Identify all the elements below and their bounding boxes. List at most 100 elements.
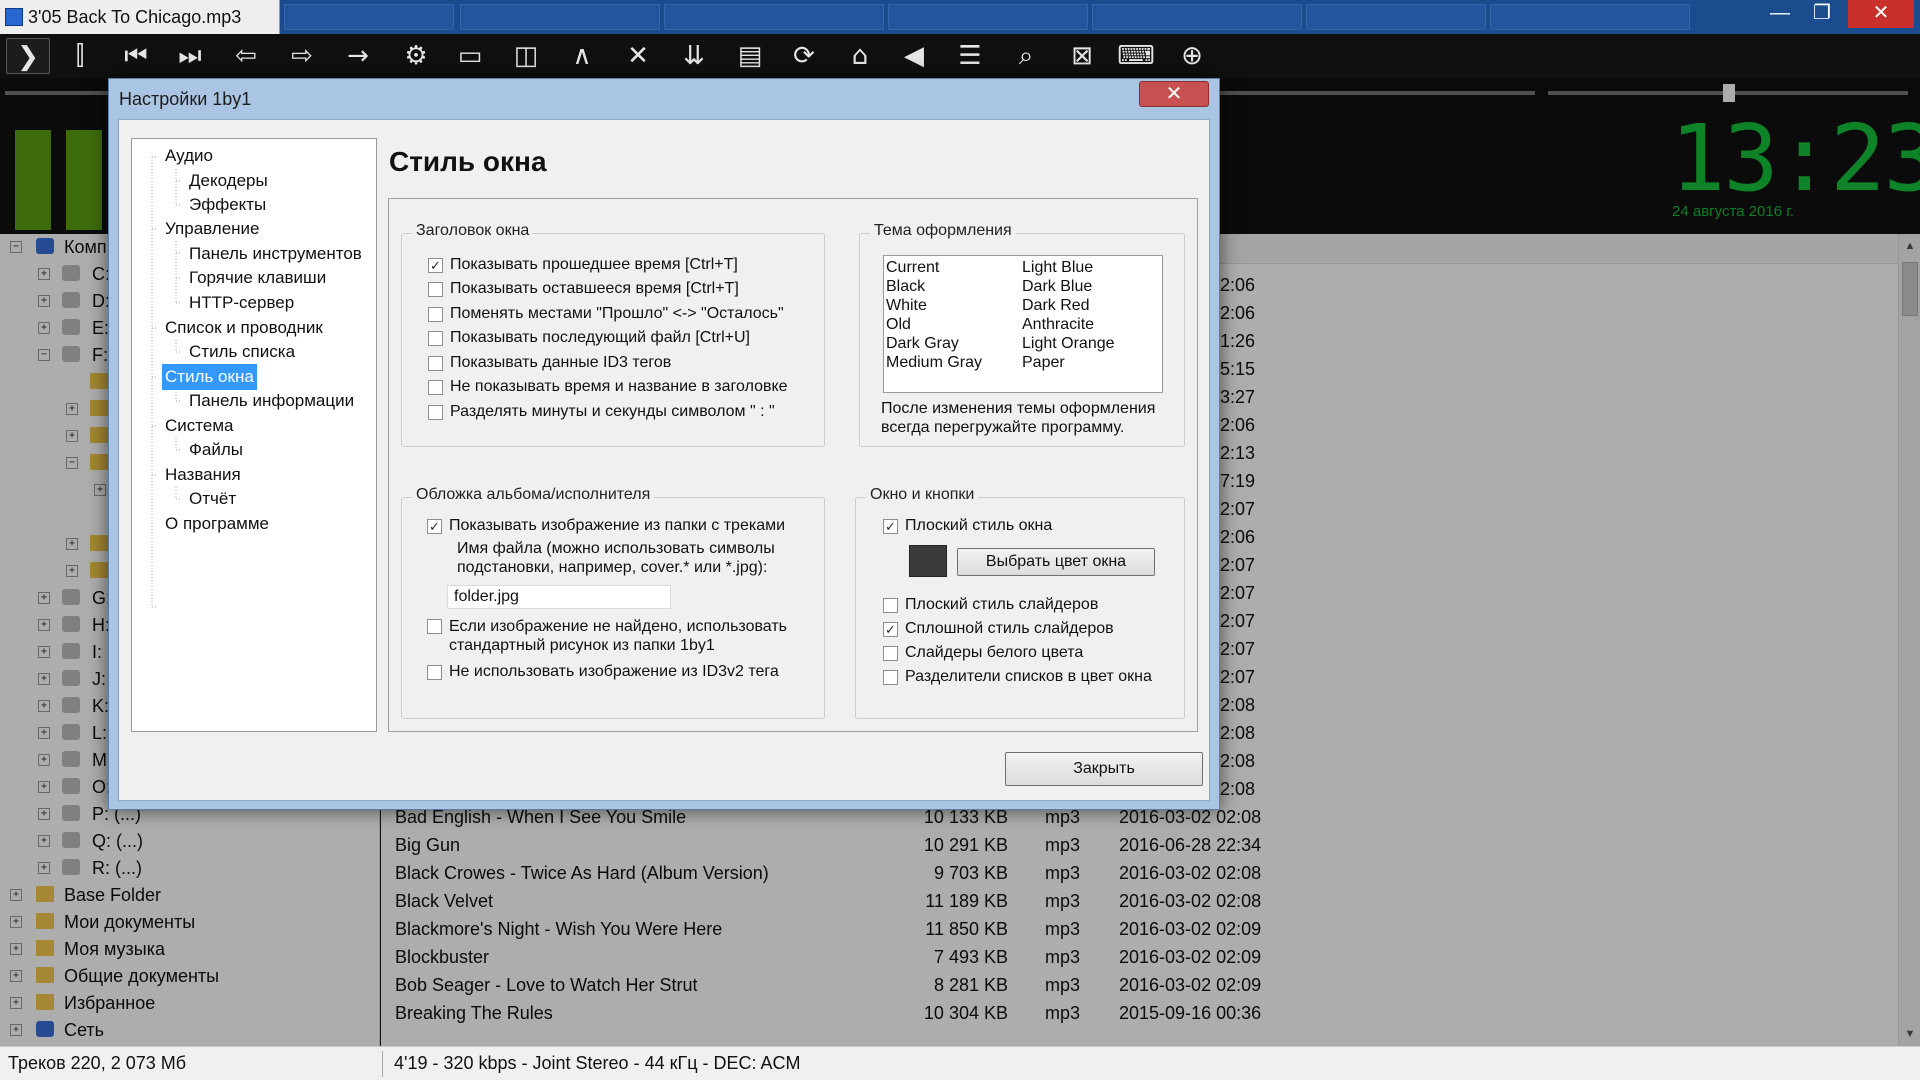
sort-down-icon[interactable]: ⇊ <box>672 38 716 74</box>
close-icon[interactable]: ✕ <box>616 38 660 74</box>
theme-option[interactable]: Black <box>886 277 925 296</box>
maximize-button[interactable]: ❐ <box>1800 0 1844 28</box>
checkbox-box[interactable] <box>427 665 442 680</box>
checkbox-label: Показывать последующий файл [Ctrl+U] <box>450 329 750 346</box>
checkbox-label: Не показывать время и название в заголов… <box>450 378 788 395</box>
checkbox-label: Показывать прошедшее время [Ctrl+T] <box>450 256 738 273</box>
theme-option[interactable]: Light Orange <box>1022 334 1115 353</box>
checkbox-box[interactable] <box>883 670 898 685</box>
nav-about[interactable]: О программе <box>162 511 272 537</box>
dialog-close-button[interactable]: ✕ <box>1139 81 1209 107</box>
background-tab[interactable] <box>1306 4 1486 30</box>
previous-track-icon[interactable]: ⏮ <box>114 38 158 74</box>
volume-icon[interactable]: ◀ <box>892 38 936 74</box>
checkbox-box[interactable] <box>427 619 442 634</box>
nav-system[interactable]: Система <box>162 413 236 439</box>
theme-note-line2: всегда перегружайте программу. <box>881 419 1125 436</box>
nav-effects[interactable]: Эффекты <box>186 192 269 218</box>
panel-layout-icon[interactable]: ◫ <box>504 38 548 74</box>
play-icon[interactable]: ❯ <box>6 38 50 74</box>
background-tab[interactable] <box>664 4 884 30</box>
checkbox-box[interactable] <box>883 598 898 613</box>
next-track-icon[interactable]: ⏭ <box>168 38 212 74</box>
settings-nav-tree: Аудио Декодеры Эффекты Управление Панель… <box>131 138 377 732</box>
theme-note-line1: После изменения темы оформления <box>881 400 1156 417</box>
theme-option[interactable]: Medium Gray <box>886 353 982 372</box>
columns-icon[interactable]: ▤ <box>728 38 772 74</box>
nav-audio[interactable]: Аудио <box>162 143 216 169</box>
cover-filename-input[interactable] <box>447 585 671 609</box>
checkbox-box[interactable] <box>428 405 443 420</box>
page-title: Стиль окна <box>389 146 547 177</box>
window-layout-icon[interactable]: ▭ <box>448 38 492 74</box>
theme-listbox[interactable]: Current Black White Old Dark Gray Medium… <box>883 255 1163 393</box>
theme-option[interactable]: Old <box>886 315 911 334</box>
background-tab[interactable] <box>1092 4 1302 30</box>
checkbox-box[interactable]: ✓ <box>883 622 898 637</box>
choose-window-color-button[interactable]: Выбрать цвет окна <box>957 548 1155 576</box>
close-dialog-button[interactable]: Закрыть <box>1005 752 1203 786</box>
nav-hotkeys[interactable]: Горячие клавиши <box>186 265 329 291</box>
nav-info-panel[interactable]: Панель информации <box>186 388 357 414</box>
theme-option[interactable]: White <box>886 296 927 315</box>
file-list-icon[interactable]: ☰ <box>948 38 992 74</box>
checkbox-box[interactable]: ✓ <box>883 519 898 534</box>
checkbox-label: Плоский стиль слайдеров <box>905 596 1099 613</box>
theme-option[interactable]: Light Blue <box>1022 258 1093 277</box>
nav-files[interactable]: Файлы <box>186 437 246 463</box>
nav-http-server[interactable]: HTTP-сервер <box>186 290 297 316</box>
home-icon[interactable]: ⌂ <box>838 38 882 74</box>
theme-option[interactable]: Anthracite <box>1022 315 1094 334</box>
checkbox-label: Разделители списков в цвет окна <box>905 668 1152 685</box>
theme-option[interactable]: Paper <box>1022 353 1065 372</box>
checkbox-box[interactable] <box>428 380 443 395</box>
arrow-right-icon[interactable]: → <box>336 38 380 74</box>
nav-names[interactable]: Названия <box>162 462 244 488</box>
theme-option[interactable]: Dark Red <box>1022 296 1090 315</box>
checkbox-box[interactable] <box>883 646 898 661</box>
window-color-swatch[interactable] <box>909 545 947 577</box>
window-title: 3'05 Back To Chicago.mp3 <box>28 7 242 27</box>
checkbox-box[interactable]: ✓ <box>428 258 443 273</box>
group-title: Заголовок окна <box>412 222 534 240</box>
forward-folder-icon[interactable]: ⇨ <box>280 38 324 74</box>
refresh-icon[interactable]: ⟳ <box>782 38 826 74</box>
back-folder-icon[interactable]: ⇦ <box>224 38 268 74</box>
add-circle-icon[interactable]: ⊕ <box>1170 38 1214 74</box>
checkbox-box[interactable] <box>428 356 443 371</box>
background-tab[interactable] <box>460 4 660 30</box>
theme-option[interactable]: Dark Gray <box>886 334 959 353</box>
gear-icon[interactable]: ⚙ <box>394 38 438 74</box>
play-pause-icon[interactable]: ⫿ <box>58 38 102 74</box>
nav-decoders[interactable]: Декодеры <box>186 168 271 194</box>
theme-option[interactable]: Current <box>886 258 939 277</box>
nav-window-style[interactable]: Стиль окна <box>162 364 257 390</box>
checkbox-label: Сплошной стиль слайдеров <box>905 620 1114 637</box>
checkbox-box[interactable] <box>428 307 443 322</box>
theme-option[interactable]: Dark Blue <box>1022 277 1092 296</box>
search-icon[interactable]: ⌕ <box>1004 38 1048 74</box>
nav-list-explorer[interactable]: Список и проводник <box>162 315 326 341</box>
checkbox-box[interactable] <box>428 331 443 346</box>
checkbox-box[interactable]: ✓ <box>427 519 442 534</box>
fallback-line2: стандартный рисунок из папки 1by1 <box>449 637 715 654</box>
fallback-line1: Если изображение не найдено, использоват… <box>449 618 787 635</box>
group-title: Окно и кнопки <box>866 486 979 504</box>
group-title: Обложка альбома/исполнителя <box>412 486 655 504</box>
nav-list-style[interactable]: Стиль списка <box>186 339 298 365</box>
nav-control[interactable]: Управление <box>162 216 263 242</box>
minimize-button[interactable]: — <box>1758 0 1802 28</box>
checkbox-label: Не использовать изображение из ID3v2 тег… <box>449 663 779 680</box>
caret-up-icon[interactable]: ∧ <box>560 38 604 74</box>
background-tab[interactable] <box>284 4 454 30</box>
nav-toolbar[interactable]: Панель инструментов <box>186 241 365 267</box>
nav-report[interactable]: Отчёт <box>186 486 239 512</box>
checkbox-box[interactable] <box>428 282 443 297</box>
active-tab[interactable]: 3'05 Back To Chicago.mp3 <box>0 0 280 34</box>
checkbox-label: Показывать оставшееся время [Ctrl+T] <box>450 280 739 297</box>
keyboard-icon[interactable]: ⌨ <box>1114 38 1158 74</box>
background-tab[interactable] <box>888 4 1088 30</box>
close-box-icon[interactable]: ⊠ <box>1060 38 1104 74</box>
background-tab[interactable] <box>1490 4 1690 30</box>
close-window-button[interactable]: ✕ <box>1848 0 1914 28</box>
